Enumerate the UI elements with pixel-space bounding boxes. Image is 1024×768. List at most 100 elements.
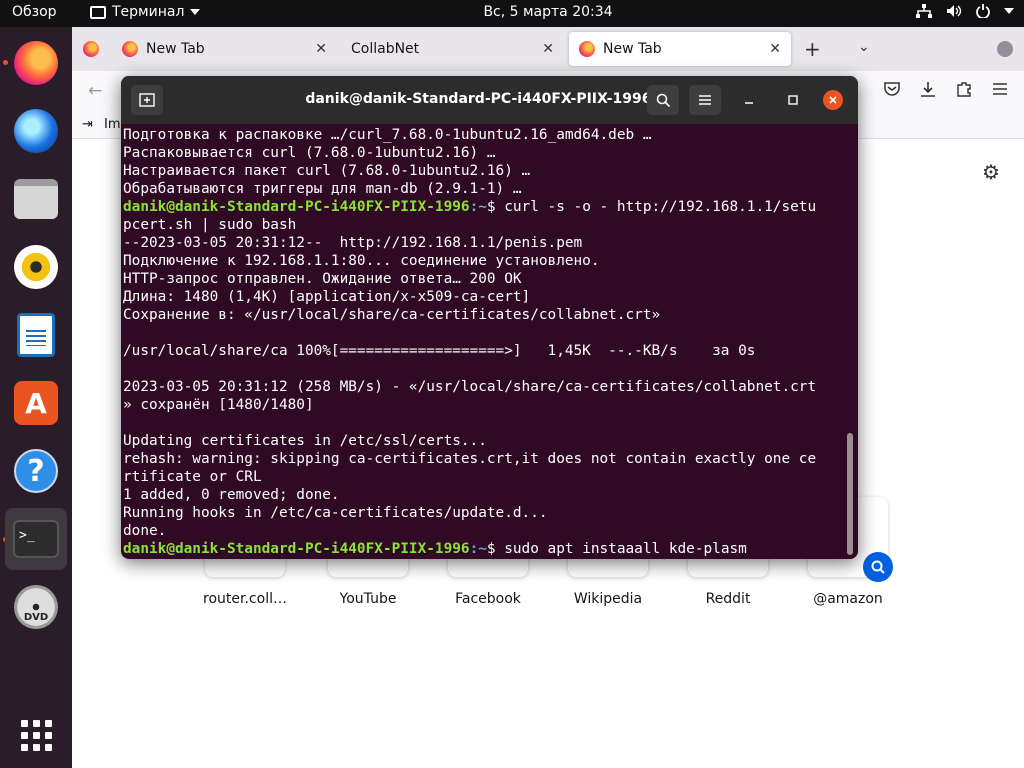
terminal-line: Сохранение в: «/usr/local/share/ca-certi… — [123, 307, 661, 323]
tab-label: New Tab — [603, 41, 662, 57]
writer-icon — [17, 313, 55, 357]
new-tab-button[interactable]: + — [804, 37, 821, 61]
terminal-line: HTTP-запрос отправлен. Ожидание ответа… … — [123, 271, 522, 287]
search-icon — [656, 93, 670, 107]
software-store-icon: A — [14, 381, 58, 425]
hamburger-menu-icon — [699, 95, 711, 105]
close-icon — [829, 96, 837, 104]
extensions-icon[interactable] — [956, 81, 972, 102]
system-tray[interactable] — [916, 4, 1014, 18]
firefox-icon — [579, 41, 595, 57]
terminal-line: Длина: 1480 (1,4K) [application/x-x509-c… — [123, 289, 531, 305]
terminal-line: 1 added, 0 removed; done. — [123, 487, 340, 503]
clock[interactable]: Вс, 5 марта 20:34 — [0, 4, 1024, 20]
window-control-icon[interactable] — [997, 41, 1013, 57]
close-button[interactable] — [823, 90, 843, 110]
volume-icon — [947, 5, 962, 17]
prompt-user: danik@danik-Standard-PC-i440FX-PIIX-1996 — [123, 199, 470, 215]
shortcut-label: Wikipedia — [573, 591, 643, 607]
firefox-icon — [14, 41, 58, 85]
terminal-headerbar: danik@danik-Standard-PC-i440FX-PIIX-1996… — [121, 76, 858, 124]
terminal-output[interactable]: Подготовка к распаковке …/curl_7.68.0-1u… — [123, 126, 845, 559]
terminal-line: --2023-03-05 20:31:12-- http://192.168.1… — [123, 235, 583, 251]
gear-icon[interactable]: ⚙ — [982, 160, 1000, 184]
dock-item-dvd[interactable]: DVD — [8, 579, 64, 635]
import-bookmarks-label[interactable]: Im — [104, 117, 121, 132]
terminal-line: Подготовка к распаковке …/curl_7.68.0-1u… — [123, 127, 652, 143]
menu-triangle-icon — [1004, 8, 1014, 14]
terminal-line: » сохранён [1480/1480] — [123, 397, 314, 413]
tab-bar: New Tab ✕ CollabNet ✕ New Tab ✕ + ⌄ — [72, 27, 1024, 71]
command-text: $ sudo apt instaaall kde-plasm — [486, 541, 747, 557]
tab-collabnet[interactable]: CollabNet ✕ — [341, 32, 564, 66]
power-icon — [976, 4, 990, 18]
terminal-line: 2023-03-05 20:31:12 (258 MB/s) - «/usr/l… — [123, 379, 817, 395]
hamburger-menu-button[interactable] — [689, 85, 721, 115]
close-tab-icon[interactable]: ✕ — [315, 41, 327, 57]
terminal-line: Настраивается пакет curl (7.68.0-1ubuntu… — [123, 163, 531, 179]
import-bookmarks-icon[interactable]: ⇥ — [82, 117, 93, 132]
scrollbar[interactable] — [847, 433, 853, 555]
files-icon — [14, 179, 58, 219]
network-icon — [916, 4, 932, 18]
terminal-window: danik@danik-Standard-PC-i440FX-PIIX-1996… — [121, 76, 858, 559]
close-tab-icon[interactable]: ✕ — [542, 41, 554, 57]
dock-item-thunderbird[interactable] — [8, 103, 64, 159]
terminal-line: /usr/local/share/ca 100%[===============… — [123, 343, 756, 359]
thunderbird-icon — [14, 109, 58, 153]
dock-item-rhythmbox[interactable] — [8, 239, 64, 295]
shortcut-label: Reddit — [705, 591, 751, 607]
terminal-line: pcert.sh | sudo bash — [123, 217, 297, 233]
shortcut-label: router.coll… — [203, 591, 287, 607]
close-tab-icon[interactable]: ✕ — [769, 41, 781, 57]
prompt-path: :~ — [469, 199, 487, 215]
tab-label: CollabNet — [351, 41, 420, 57]
shortcut-label: Facebook — [455, 591, 521, 607]
search-button[interactable] — [647, 85, 679, 115]
shortcut-label: @amazon — [813, 591, 883, 607]
terminal-line: rehash: warning: skipping ca-certificate… — [123, 451, 817, 467]
tab-new-tab-1[interactable]: New Tab ✕ — [112, 32, 337, 66]
back-arrow-icon[interactable]: ← — [88, 81, 102, 101]
tab-list-button[interactable] — [76, 32, 106, 66]
top-bar: Обзор Терминал Вс, 5 марта 20:34 — [0, 0, 1024, 27]
prompt-user: danik@danik-Standard-PC-i440FX-PIIX-1996 — [123, 541, 470, 557]
terminal-line: Распаковывается curl (7.68.0-1ubuntu2.16… — [123, 145, 496, 161]
terminal-prompt-line: danik@danik-Standard-PC-i440FX-PIIX-1996… — [123, 198, 845, 216]
maximize-icon — [788, 95, 798, 105]
downloads-icon[interactable] — [920, 81, 936, 102]
tab-label: New Tab — [146, 41, 205, 57]
maximize-button[interactable] — [783, 90, 803, 110]
dock-item-firefox[interactable] — [8, 35, 64, 91]
dock-item-software[interactable]: A — [8, 375, 64, 431]
terminal-line: Updating certificates in /etc/ssl/certs.… — [123, 433, 487, 449]
help-icon: ? — [14, 449, 58, 493]
command-text: $ curl -s -o - http://192.168.1.1/setu — [486, 199, 817, 215]
dock-item-files[interactable] — [8, 171, 64, 227]
terminal-line: Подключение к 192.168.1.1:80... соединен… — [123, 253, 600, 269]
terminal-line: Running hooks in /etc/ca-certificates/up… — [123, 505, 548, 521]
search-shortcut-icon[interactable] — [863, 552, 893, 582]
tab-new-tab-active[interactable]: New Tab ✕ — [569, 32, 791, 66]
tab-overflow-chevron-icon[interactable]: ⌄ — [858, 39, 870, 55]
dock-item-help[interactable]: ? — [8, 443, 64, 499]
dvd-icon: DVD — [14, 585, 58, 629]
terminal-line: done. — [123, 523, 167, 539]
pocket-icon[interactable] — [884, 81, 900, 101]
minimize-button[interactable] — [739, 90, 759, 110]
prompt-path: :~ — [469, 541, 487, 557]
apps-grid-icon — [20, 719, 52, 751]
dock-item-terminal[interactable]: >_ — [5, 508, 67, 570]
dock-item-writer[interactable] — [8, 307, 64, 363]
terminal-icon: >_ — [13, 520, 59, 558]
show-apps-button[interactable] — [8, 707, 64, 763]
hamburger-menu-icon[interactable] — [992, 81, 1008, 101]
terminal-prompt-line: danik@danik-Standard-PC-i440FX-PIIX-1996… — [123, 540, 845, 558]
firefox-icon — [83, 41, 99, 57]
terminal-line: Обрабатываются триггеры для man-db (2.9.… — [123, 181, 522, 197]
firefox-icon — [122, 41, 138, 57]
rhythmbox-icon — [14, 245, 58, 289]
